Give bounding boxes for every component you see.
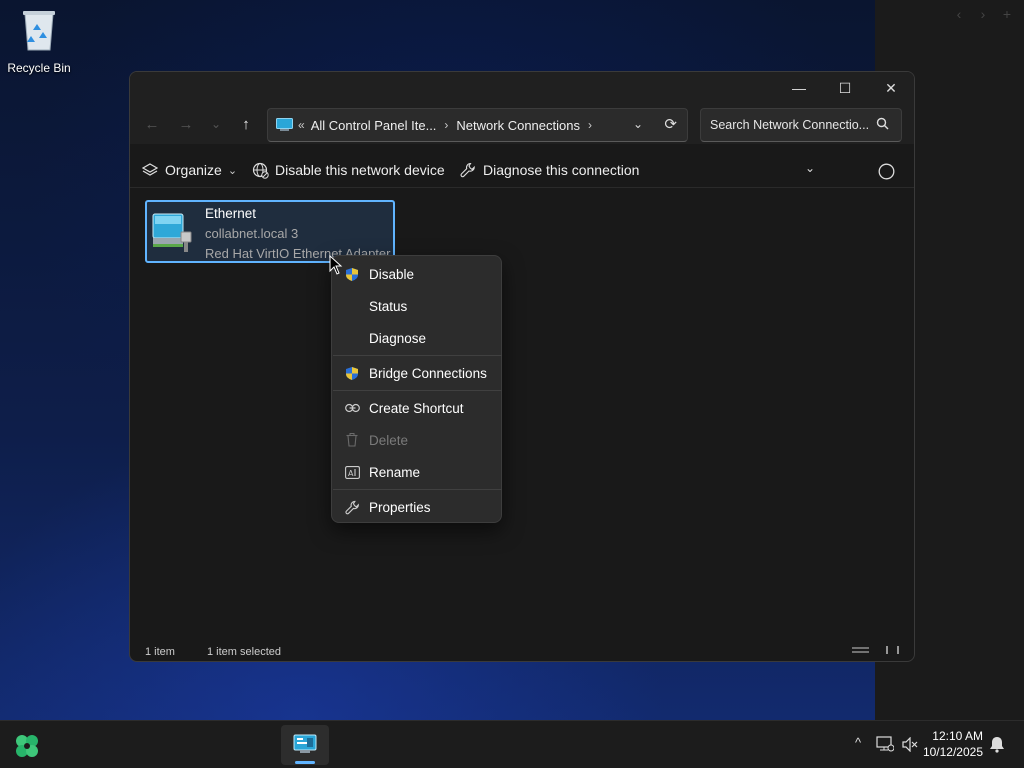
circle-icon — [878, 163, 895, 180]
search-input[interactable]: Search Network Connectio... — [700, 108, 902, 142]
menu-item-label: Disable — [369, 266, 415, 282]
desktop-icon-label: Recycle Bin — [7, 61, 71, 75]
forward-button[interactable]: → — [176, 114, 196, 134]
breadcrumb-network-connections[interactable]: Network Connections — [456, 118, 580, 133]
status-bar: 1 item 1 item selected — [130, 641, 914, 661]
up-button[interactable]: ↑ — [236, 114, 256, 134]
navigation-bar: ← → ⌄ ↑ « All Control Panel Ite... › Net… — [130, 104, 914, 144]
tray-overflow-chevron[interactable]: ^ — [855, 735, 861, 750]
control-panel-icon — [293, 734, 317, 753]
wrench-icon — [344, 499, 360, 515]
connection-network: collabnet.local 3 — [205, 226, 299, 241]
system-clock[interactable]: 12:10 AM 10/12/2025 — [923, 728, 983, 760]
menu-item-diagnose[interactable]: Diagnose — [336, 323, 499, 353]
breadcrumb-all-control-panel[interactable]: All Control Panel Ite... — [311, 118, 437, 133]
diagnose-connection-button[interactable]: Diagnose this connection — [459, 161, 639, 179]
refresh-icon[interactable]: ⟳ — [664, 115, 677, 133]
clock-time: 12:10 AM — [932, 729, 983, 743]
menu-item-disable[interactable]: Disable — [336, 259, 499, 289]
search-placeholder: Search Network Connectio... — [710, 118, 870, 132]
tiles-view-icon — [886, 646, 899, 654]
network-connections-window: — ☐ ✕ ← → ⌄ ↑ « All Control Panel Ite...… — [129, 71, 915, 662]
menu-item-label: Rename — [369, 464, 421, 480]
ethernet-connection-item[interactable]: Ethernet collabnet.local 3 Red Hat VirtI… — [145, 200, 395, 263]
network-icon[interactable] — [876, 736, 894, 752]
selection-count: 1 item selected — [207, 646, 281, 658]
connection-name: Ethernet — [205, 206, 257, 221]
volume-muted-icon[interactable] — [902, 737, 918, 752]
chevron-left-icon[interactable]: ‹ — [952, 6, 966, 22]
chevron-down-icon: ⌄ — [227, 164, 238, 177]
tiles-view-button[interactable] — [885, 645, 901, 658]
more-options-chevron[interactable]: ⌄ — [805, 161, 815, 175]
globe-disable-icon — [251, 161, 269, 179]
disable-network-device-button[interactable]: Disable this network device — [251, 161, 445, 179]
menu-item-label: Status — [369, 298, 408, 314]
minimize-button[interactable]: — — [776, 72, 822, 104]
svg-text:A: A — [348, 469, 354, 478]
layers-icon — [141, 161, 159, 179]
taskbar-app-control-panel[interactable] — [281, 725, 329, 765]
menu-item-bridge-connections[interactable]: Bridge Connections — [336, 358, 499, 388]
menu-item-create-shortcut[interactable]: Create Shortcut — [336, 393, 499, 423]
link-icon — [344, 400, 360, 416]
details-view-button[interactable] — [852, 645, 869, 658]
maximize-button[interactable]: ☐ — [822, 72, 868, 104]
rename-icon: A — [344, 464, 360, 480]
close-button[interactable]: ✕ — [868, 72, 914, 104]
breadcrumb-separator[interactable]: › — [588, 118, 592, 132]
shield-icon — [344, 266, 360, 282]
details-view-icon — [852, 647, 869, 653]
control-panel-icon — [276, 118, 293, 131]
mouse-cursor-icon — [329, 255, 343, 275]
shield-icon — [344, 365, 360, 381]
plus-icon[interactable]: + — [1000, 6, 1014, 22]
wrench-icon — [459, 161, 477, 179]
recent-locations-button[interactable]: ⌄ — [206, 114, 226, 134]
network-adapter-icon — [152, 213, 192, 252]
menu-item-label: Delete — [369, 432, 409, 448]
file-list[interactable]: Ethernet collabnet.local 3 Red Hat VirtI… — [130, 189, 914, 641]
menu-item-properties[interactable]: Properties — [336, 492, 499, 522]
recycle-bin-icon — [23, 11, 55, 51]
menu-item-delete: Delete — [336, 425, 499, 455]
organize-button[interactable]: Organize ⌄ — [141, 161, 237, 179]
breadcrumb-overflow[interactable]: « — [298, 118, 305, 132]
panel-nav: ‹ › + — [952, 6, 1014, 22]
organize-label: Organize — [165, 162, 222, 178]
diagnose-connection-label: Diagnose this connection — [483, 162, 640, 178]
menu-item-status[interactable]: Status — [336, 291, 499, 321]
address-dropdown-icon[interactable]: ⌄ — [633, 117, 643, 131]
disable-network-device-label: Disable this network device — [275, 162, 445, 178]
active-app-indicator — [295, 761, 315, 764]
title-bar[interactable]: — ☐ ✕ — [130, 72, 914, 104]
search-icon — [876, 117, 889, 130]
menu-item-label: Properties — [369, 499, 431, 515]
start-button[interactable] — [14, 733, 40, 759]
notification-bell-icon[interactable] — [989, 736, 1005, 753]
trash-icon — [344, 432, 360, 448]
menu-separator — [333, 355, 502, 356]
menu-separator — [333, 489, 502, 490]
back-button[interactable]: ← — [142, 114, 162, 134]
address-bar[interactable]: « All Control Panel Ite... › Network Con… — [267, 108, 688, 142]
taskbar: ^ 12:10 AM 10/12/2025 — [0, 720, 1024, 768]
menu-separator — [333, 390, 502, 391]
desktop-icon-recycle-bin[interactable]: Recycle Bin — [4, 6, 74, 75]
menu-item-label: Bridge Connections — [369, 365, 487, 381]
clock-date: 10/12/2025 — [922, 745, 983, 759]
breadcrumb-separator[interactable]: › — [444, 118, 448, 132]
command-bar: Organize ⌄ Disable this network device D… — [130, 154, 914, 188]
preview-pane-button[interactable] — [878, 163, 895, 180]
chevron-right-icon[interactable]: › — [976, 6, 990, 22]
item-count: 1 item — [145, 646, 175, 658]
menu-item-label: Diagnose — [369, 330, 427, 346]
menu-item-label: Create Shortcut — [369, 400, 464, 416]
menu-item-rename[interactable]: A Rename — [336, 457, 499, 487]
context-menu: Disable Status Diagnose Bridge Connectio… — [331, 255, 502, 523]
